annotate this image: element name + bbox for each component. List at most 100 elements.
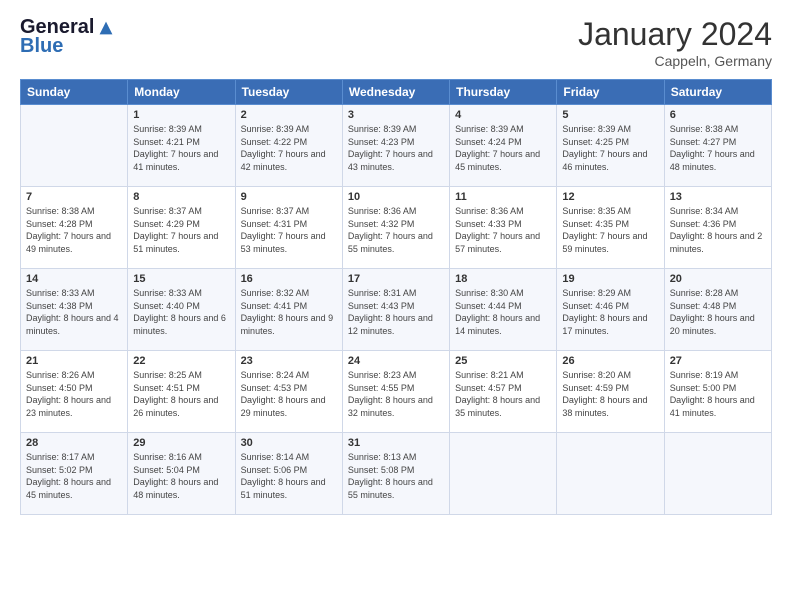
day-cell: 13 Sunrise: 8:34 AMSunset: 4:36 PMDayligh… (664, 187, 771, 269)
day-number: 26 (562, 355, 658, 367)
page-container: General Blue January 2024 Cappeln, Germa… (0, 0, 792, 525)
day-number: 19 (562, 273, 658, 285)
day-info: Sunrise: 8:20 AMSunset: 4:59 PMDaylight:… (562, 369, 658, 419)
day-info: Sunrise: 8:32 AMSunset: 4:41 PMDaylight:… (241, 287, 337, 337)
day-info: Sunrise: 8:13 AMSunset: 5:08 PMDaylight:… (348, 451, 444, 501)
day-info: Sunrise: 8:16 AMSunset: 5:04 PMDaylight:… (133, 451, 229, 501)
day-info: Sunrise: 8:34 AMSunset: 4:36 PMDaylight:… (670, 205, 766, 255)
day-info: Sunrise: 8:39 AMSunset: 4:23 PMDaylight:… (348, 123, 444, 173)
week-row-5: 28Sunrise: 8:17 AMSunset: 5:02 PMDayligh… (21, 433, 772, 515)
day-cell (21, 105, 128, 187)
day-number: 23 (241, 355, 337, 367)
header-monday: Monday (128, 80, 235, 105)
day-cell (557, 433, 664, 515)
day-cell: 12 Sunrise: 8:35 AMSunset: 4:35 PMDayligh… (557, 187, 664, 269)
day-cell (664, 433, 771, 515)
week-row-1: 1 Sunrise: 8:39 AMSunset: 4:21 PMDaylight… (21, 105, 772, 187)
day-cell: 30Sunrise: 8:14 AMSunset: 5:06 PMDayligh… (235, 433, 342, 515)
day-number: 10 (348, 191, 444, 203)
day-cell: 8Sunrise: 8:37 AMSunset: 4:29 PMDaylight… (128, 187, 235, 269)
day-number: 29 (133, 437, 229, 449)
day-number: 14 (26, 273, 122, 285)
day-info: Sunrise: 8:29 AMSunset: 4:46 PMDaylight:… (562, 287, 658, 337)
location: Cappeln, Germany (578, 53, 772, 69)
day-number: 2 (241, 109, 337, 121)
day-info: Sunrise: 8:26 AMSunset: 4:50 PMDaylight:… (26, 369, 122, 419)
day-number: 13 (670, 191, 766, 203)
logo-blue: Blue (20, 35, 63, 58)
logo: General Blue (20, 16, 114, 58)
week-row-2: 7Sunrise: 8:38 AMSunset: 4:28 PMDaylight… (21, 187, 772, 269)
title-block: January 2024 Cappeln, Germany (578, 16, 772, 69)
header-tuesday: Tuesday (235, 80, 342, 105)
page-header: General Blue January 2024 Cappeln, Germa… (20, 16, 772, 69)
day-info: Sunrise: 8:31 AMSunset: 4:43 PMDaylight:… (348, 287, 444, 337)
day-number: 24 (348, 355, 444, 367)
day-cell: 9 Sunrise: 8:37 AMSunset: 4:31 PMDaylight… (235, 187, 342, 269)
day-number: 16 (241, 273, 337, 285)
day-info: Sunrise: 8:35 AMSunset: 4:35 PMDaylight:… (562, 205, 658, 255)
week-row-3: 14Sunrise: 8:33 AMSunset: 4:38 PMDayligh… (21, 269, 772, 351)
day-info: Sunrise: 8:23 AMSunset: 4:55 PMDaylight:… (348, 369, 444, 419)
day-info: Sunrise: 8:25 AMSunset: 4:51 PMDaylight:… (133, 369, 229, 419)
calendar-table: SundayMondayTuesdayWednesdayThursdayFrid… (20, 79, 772, 515)
day-cell: 26 Sunrise: 8:20 AMSunset: 4:59 PMDayligh… (557, 351, 664, 433)
day-info: Sunrise: 8:30 AMSunset: 4:44 PMDaylight:… (455, 287, 551, 337)
day-cell: 19 Sunrise: 8:29 AMSunset: 4:46 PMDayligh… (557, 269, 664, 351)
day-info: Sunrise: 8:37 AMSunset: 4:29 PMDaylight:… (133, 205, 229, 255)
day-number: 9 (241, 191, 337, 203)
day-number: 15 (133, 273, 229, 285)
day-cell: 29 Sunrise: 8:16 AMSunset: 5:04 PMDayligh… (128, 433, 235, 515)
day-number: 12 (562, 191, 658, 203)
day-number: 4 (455, 109, 551, 121)
day-number: 1 (133, 109, 229, 121)
day-cell: 22 Sunrise: 8:25 AMSunset: 4:51 PMDayligh… (128, 351, 235, 433)
day-number: 18 (455, 273, 551, 285)
day-cell: 14Sunrise: 8:33 AMSunset: 4:38 PMDayligh… (21, 269, 128, 351)
day-info: Sunrise: 8:36 AMSunset: 4:33 PMDaylight:… (455, 205, 551, 255)
day-cell: 28Sunrise: 8:17 AMSunset: 5:02 PMDayligh… (21, 433, 128, 515)
day-number: 31 (348, 437, 444, 449)
day-cell: 7Sunrise: 8:38 AMSunset: 4:28 PMDaylight… (21, 187, 128, 269)
header-friday: Friday (557, 80, 664, 105)
day-number: 22 (133, 355, 229, 367)
day-info: Sunrise: 8:19 AMSunset: 5:00 PMDaylight:… (670, 369, 766, 419)
day-number: 20 (670, 273, 766, 285)
day-number: 5 (562, 109, 658, 121)
day-info: Sunrise: 8:17 AMSunset: 5:02 PMDaylight:… (26, 451, 122, 501)
day-cell: 4 Sunrise: 8:39 AMSunset: 4:24 PMDaylight… (450, 105, 557, 187)
day-cell: 21Sunrise: 8:26 AMSunset: 4:50 PMDayligh… (21, 351, 128, 433)
month-title: January 2024 (578, 16, 772, 53)
day-number: 30 (241, 437, 337, 449)
day-info: Sunrise: 8:28 AMSunset: 4:48 PMDaylight:… (670, 287, 766, 337)
day-cell: 1 Sunrise: 8:39 AMSunset: 4:21 PMDaylight… (128, 105, 235, 187)
logo-icon (98, 20, 114, 36)
day-info: Sunrise: 8:39 AMSunset: 4:22 PMDaylight:… (241, 123, 337, 173)
day-number: 17 (348, 273, 444, 285)
day-cell: 2 Sunrise: 8:39 AMSunset: 4:22 PMDaylight… (235, 105, 342, 187)
day-number: 27 (670, 355, 766, 367)
header-thursday: Thursday (450, 80, 557, 105)
day-number: 7 (26, 191, 122, 203)
day-number: 25 (455, 355, 551, 367)
day-cell: 27 Sunrise: 8:19 AMSunset: 5:00 PMDayligh… (664, 351, 771, 433)
day-cell (450, 433, 557, 515)
day-info: Sunrise: 8:39 AMSunset: 4:25 PMDaylight:… (562, 123, 658, 173)
day-cell: 31 Sunrise: 8:13 AMSunset: 5:08 PMDayligh… (342, 433, 449, 515)
day-cell: 24 Sunrise: 8:23 AMSunset: 4:55 PMDayligh… (342, 351, 449, 433)
day-cell: 20 Sunrise: 8:28 AMSunset: 4:48 PMDayligh… (664, 269, 771, 351)
day-info: Sunrise: 8:39 AMSunset: 4:21 PMDaylight:… (133, 123, 229, 173)
day-cell: 17 Sunrise: 8:31 AMSunset: 4:43 PMDayligh… (342, 269, 449, 351)
day-info: Sunrise: 8:39 AMSunset: 4:24 PMDaylight:… (455, 123, 551, 173)
day-number: 11 (455, 191, 551, 203)
day-cell: 25Sunrise: 8:21 AMSunset: 4:57 PMDayligh… (450, 351, 557, 433)
week-row-4: 21Sunrise: 8:26 AMSunset: 4:50 PMDayligh… (21, 351, 772, 433)
day-cell: 18 Sunrise: 8:30 AMSunset: 4:44 PMDayligh… (450, 269, 557, 351)
day-info: Sunrise: 8:37 AMSunset: 4:31 PMDaylight:… (241, 205, 337, 255)
day-cell: 16 Sunrise: 8:32 AMSunset: 4:41 PMDayligh… (235, 269, 342, 351)
day-info: Sunrise: 8:38 AMSunset: 4:27 PMDaylight:… (670, 123, 766, 173)
day-number: 6 (670, 109, 766, 121)
header-sunday: Sunday (21, 80, 128, 105)
header-row: SundayMondayTuesdayWednesdayThursdayFrid… (21, 80, 772, 105)
day-cell: 5 Sunrise: 8:39 AMSunset: 4:25 PMDaylight… (557, 105, 664, 187)
